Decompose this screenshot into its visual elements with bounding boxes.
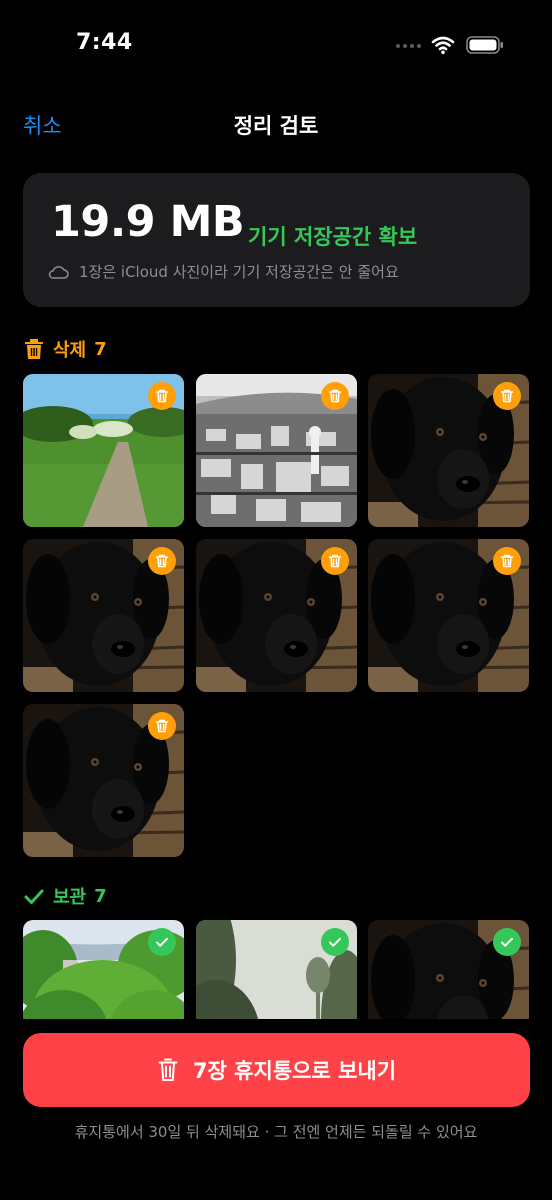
status-bar: 7:44 (0, 0, 552, 90)
keep-section-count: 7 (94, 885, 107, 907)
keep-photo-thumbnail[interactable] (23, 920, 184, 1019)
delete-photo-thumbnail[interactable] (23, 539, 184, 692)
trash-icon (327, 553, 343, 569)
checkmark-icon (154, 934, 170, 950)
status-time: 7:44 (76, 30, 133, 55)
trash-icon (499, 388, 515, 404)
checkmark-icon (327, 934, 343, 950)
trash-icon (327, 388, 343, 404)
cloud-icon (48, 265, 69, 279)
keep-photo-thumbnail[interactable] (196, 920, 357, 1019)
move-to-trash-button[interactable]: 7장 휴지통으로 보내기 (23, 1033, 530, 1107)
delete-photo-thumbnail[interactable] (196, 374, 357, 527)
delete-photo-thumbnail[interactable] (368, 374, 529, 527)
delete-photo-thumbnail[interactable] (368, 539, 529, 692)
keep-check-badge-button[interactable] (148, 928, 176, 956)
icloud-note: 1장은 iCloud 사진이라 기기 저장공간은 안 줄어요 (47, 261, 399, 282)
move-to-trash-label: 7장 휴지통으로 보내기 (192, 1059, 397, 1083)
keep-photo-thumbnail[interactable] (368, 920, 529, 1019)
keep-photo-grid (0, 915, 552, 1019)
icloud-note-text: 1장은 iCloud 사진이라 기기 저장공간은 안 줄어요 (79, 263, 399, 281)
wifi-icon (431, 36, 455, 55)
freed-size-label: 기기 저장공간 확보 (248, 225, 418, 249)
trash-badge-button[interactable] (148, 382, 176, 410)
delete-photo-thumbnail[interactable] (196, 539, 357, 692)
trash-icon (25, 339, 43, 359)
keep-check-badge-button[interactable] (321, 928, 349, 956)
keep-check-badge-button[interactable] (493, 928, 521, 956)
trash-retention-note: 휴지통에서 30일 뒤 삭제돼요 · 그 전엔 언제든 되돌릴 수 있어요 (74, 1123, 478, 1141)
trash-icon (154, 388, 170, 404)
keep-section-label: 보관 (53, 887, 87, 908)
trash-badge-button[interactable] (493, 382, 521, 410)
delete-section-count: 7 (94, 338, 107, 360)
trash-badge-button[interactable] (148, 712, 176, 740)
freed-size-value: 19.9 MB (51, 197, 245, 247)
cellular-signal-icon (396, 44, 421, 48)
checkmark-icon (24, 889, 44, 904)
delete-section-header: 삭제 7 (23, 336, 107, 362)
storage-summary-card: 19.9 MB 기기 저장공간 확보 1장은 iCloud 사진이라 기기 저장… (23, 173, 530, 307)
trash-badge-button[interactable] (493, 547, 521, 575)
trash-icon (158, 1058, 178, 1081)
cancel-button[interactable]: 취소 (23, 110, 62, 140)
trash-icon (499, 553, 515, 569)
battery-icon (466, 36, 503, 54)
trash-icon (154, 718, 170, 734)
trash-badge-button[interactable] (321, 547, 349, 575)
delete-photo-thumbnail[interactable] (23, 704, 184, 857)
delete-photo-thumbnail[interactable] (23, 374, 184, 527)
trash-icon (154, 553, 170, 569)
trash-badge-button[interactable] (321, 382, 349, 410)
checkmark-icon (499, 934, 515, 950)
trash-badge-button[interactable] (148, 547, 176, 575)
delete-section-label: 삭제 (53, 340, 87, 361)
page-title: 정리 검토 (233, 114, 319, 138)
keep-section-header: 보관 7 (23, 883, 107, 909)
